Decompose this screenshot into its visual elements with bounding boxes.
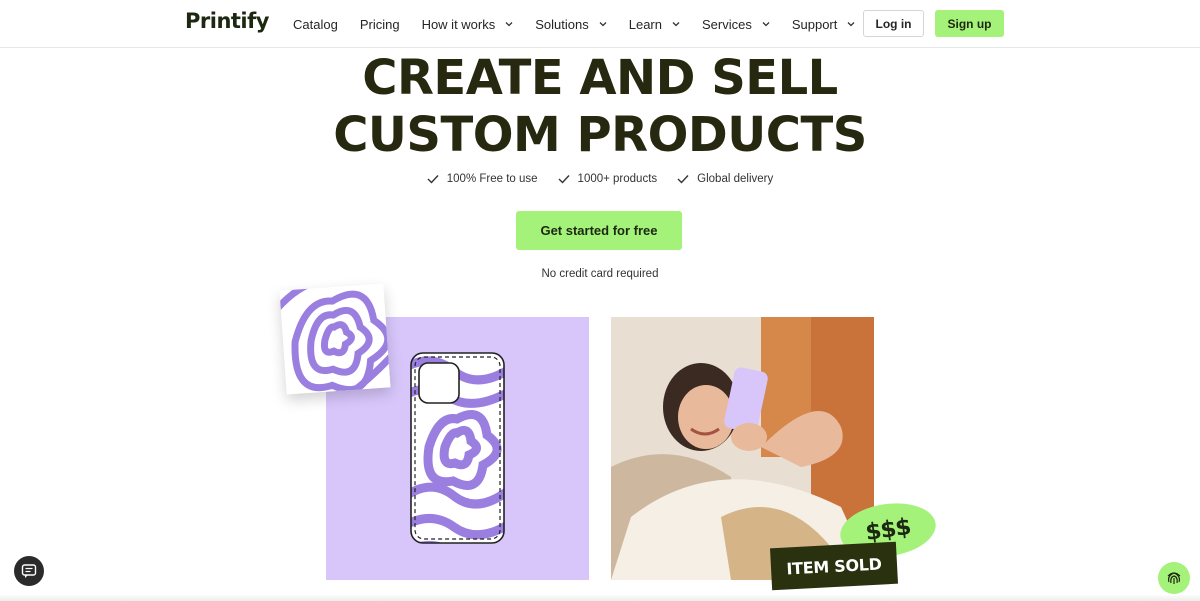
feature-list: 100% Free to use 1000+ products Global d… bbox=[0, 173, 1200, 185]
lifestyle-photo bbox=[611, 317, 874, 580]
nav-item-label: Learn bbox=[628, 16, 662, 32]
nav-item-pricing[interactable]: Pricing bbox=[360, 17, 400, 32]
nav-item-services[interactable]: Services bbox=[702, 17, 770, 32]
feature-item: Global delivery bbox=[677, 173, 773, 185]
nav-item-label: Pricing bbox=[359, 16, 400, 32]
get-started-button[interactable]: Get started for free bbox=[516, 211, 682, 250]
nav-item-label: How it works bbox=[421, 16, 496, 32]
nav-item-label: Catalog bbox=[293, 16, 338, 32]
signup-button[interactable]: Sign up bbox=[935, 10, 1004, 37]
bottom-edge bbox=[0, 594, 1200, 601]
feature-label: Global delivery bbox=[697, 173, 774, 185]
nav-item-support[interactable]: Support bbox=[792, 17, 856, 32]
nav-item-solutions[interactable]: Solutions bbox=[535, 16, 607, 32]
swirl-pattern bbox=[279, 283, 391, 395]
nav-item-label: Solutions bbox=[535, 16, 589, 32]
login-button[interactable]: Log in bbox=[863, 10, 924, 37]
hero-title-line-2: CUSTOM PRODUCTS bbox=[333, 107, 867, 163]
nav-item-learn[interactable]: Learn bbox=[629, 17, 680, 32]
nav-item-label: Services bbox=[701, 16, 752, 32]
pattern-swatch bbox=[279, 283, 391, 395]
hero-title-line-1: CREATE AND SELL bbox=[362, 50, 838, 106]
check-icon bbox=[427, 175, 439, 184]
chevron-down-icon bbox=[762, 22, 770, 27]
item-sold-badge: ITEM SOLD bbox=[769, 541, 899, 591]
printify-logo[interactable]: Printify bbox=[185, 9, 269, 33]
check-icon bbox=[558, 175, 570, 184]
hero-title: CREATE AND SELL CUSTOM PRODUCTS bbox=[0, 50, 1200, 164]
check-icon bbox=[677, 175, 689, 184]
chevron-down-icon bbox=[599, 22, 607, 27]
phone-case-illustration bbox=[410, 352, 505, 544]
site-header: Printify Catalog Pricing How it works So… bbox=[0, 0, 1200, 48]
feature-item: 100% Free to use bbox=[427, 173, 538, 185]
chevron-down-icon bbox=[672, 22, 680, 27]
privacy-settings-button[interactable] bbox=[1158, 562, 1190, 594]
feature-label: 1000+ products bbox=[577, 173, 658, 185]
main-nav: Catalog Pricing How it works Solutions L… bbox=[293, 0, 877, 48]
nav-item-how-it-works[interactable]: How it works bbox=[422, 17, 514, 32]
chat-icon bbox=[21, 564, 37, 578]
feature-label: 100% Free to use bbox=[446, 173, 538, 185]
nav-item-catalog[interactable]: Catalog bbox=[293, 17, 338, 32]
woman-with-phone-image bbox=[611, 317, 874, 580]
phone-case bbox=[409, 351, 506, 545]
chat-button[interactable] bbox=[14, 556, 44, 586]
feature-item: 1000+ products bbox=[558, 173, 658, 185]
nav-item-label: Support bbox=[791, 16, 838, 32]
chevron-down-icon bbox=[847, 22, 855, 27]
no-credit-card-note: No credit card required bbox=[541, 268, 659, 280]
fingerprint-icon bbox=[1167, 572, 1181, 584]
chevron-down-icon bbox=[505, 22, 513, 27]
